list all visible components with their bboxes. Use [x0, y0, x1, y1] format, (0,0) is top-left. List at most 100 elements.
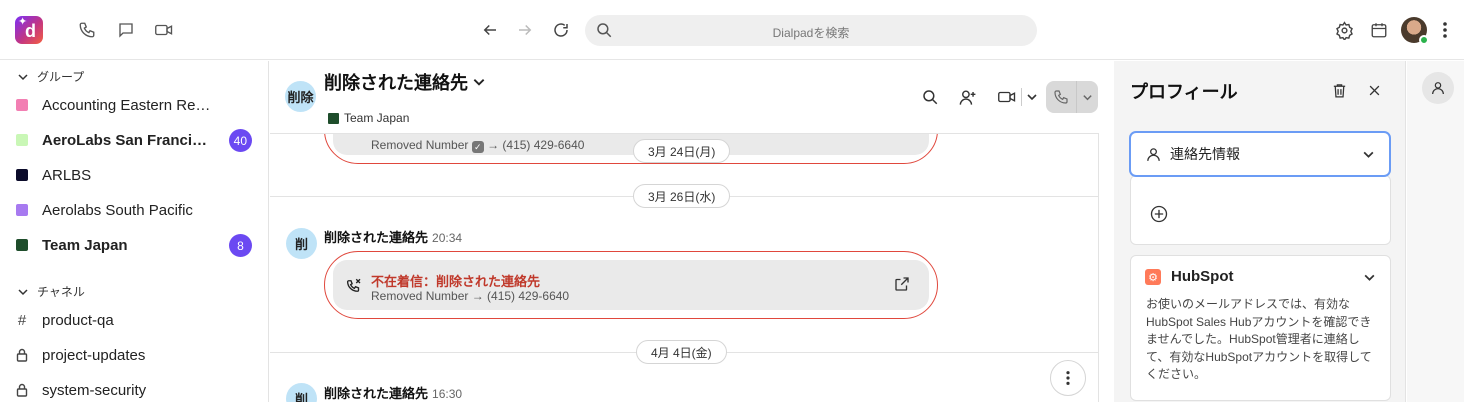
calendar-icon[interactable] [1367, 18, 1391, 42]
chevron-down-icon [1362, 148, 1375, 161]
sidebar-item-aerolabs-south-pacific[interactable]: Aerolabs South Pacific [16, 198, 256, 222]
video-call-menu[interactable] [994, 85, 1040, 109]
forward-icon[interactable] [513, 18, 537, 42]
lock-icon [16, 348, 28, 362]
group-color-swatch [16, 239, 28, 251]
sidebar: グループ Accounting Eastern Regions AeroLabs… [0, 61, 269, 402]
date-divider: 4月 4日(金) [636, 340, 727, 364]
unread-badge: 8 [229, 234, 252, 257]
conversation-subtitle-text: Team Japan [344, 111, 410, 125]
message-sender: 削除された連絡先 20:34 [324, 230, 463, 245]
right-rail [1407, 61, 1464, 402]
back-icon[interactable] [478, 18, 502, 42]
message-time: 16:30 [432, 387, 463, 401]
sidebar-item-aerolabs-san-francisco[interactable]: AeroLabs San Francisco 40 [16, 128, 256, 152]
chat-icon[interactable] [114, 18, 138, 42]
logo-letter: d [25, 21, 36, 41]
conversation-panel: 削除 削除された連絡先 Team Japan Removed Number ✓ … [270, 61, 1099, 402]
conversation-title[interactable]: 削除された連絡先 [324, 69, 486, 95]
chevron-down-icon[interactable] [1076, 81, 1098, 113]
video-icon [997, 91, 1015, 103]
more-options-button[interactable] [1050, 360, 1086, 396]
conversation-subtitle: Team Japan [328, 111, 409, 125]
sidebar-item-project-updates[interactable]: project-updates [16, 343, 256, 367]
search-icon[interactable] [918, 85, 942, 109]
contact-info-label: 連絡先情報 [1170, 146, 1240, 162]
date-divider: 3月 26日(水) [633, 184, 731, 208]
hubspot-message: お使いのメールアドレスでは、有効なHubSpot Sales Hubアカウントを… [1146, 297, 1372, 381]
sidebar-item-label: system-security [42, 381, 147, 399]
sidebar-item-team-japan[interactable]: Team Japan 8 [16, 233, 256, 257]
call-card[interactable]: Removed Number ✓ → (415) 429-6640 [324, 134, 938, 164]
sidebar-item-accounting-eastern-regions[interactable]: Accounting Eastern Regions [16, 93, 256, 117]
refresh-icon[interactable] [549, 18, 573, 42]
online-status-dot [1419, 35, 1429, 45]
more-icon [1066, 371, 1070, 385]
search-placeholder: Dialpadを検索 [772, 26, 850, 40]
profile-title: プロフィール [1130, 82, 1238, 102]
hubspot-logo-icon: ⚙ [1145, 269, 1161, 285]
sidebar-item-label: ARLBS [42, 166, 92, 184]
call-card-inner: 不在着信：削除された連絡先 Removed Number → (415) 429… [333, 260, 929, 310]
phone-icon[interactable] [75, 18, 99, 42]
message-feed: Removed Number ✓ → (415) 429-6640 3月 24日… [270, 134, 1099, 402]
trash-icon[interactable] [1328, 79, 1350, 101]
message-avatar[interactable]: 削 [286, 228, 317, 259]
user-avatar[interactable] [1401, 17, 1429, 45]
sidebar-item-label: Aerolabs South Pacific [42, 201, 193, 219]
sidebar-item-label: product-qa [42, 311, 114, 329]
channels-section-header[interactable]: チャネル [17, 283, 85, 300]
person-icon [1145, 146, 1162, 163]
sidebar-item-label: AeroLabs San Francisco [42, 131, 214, 149]
call-detail: Removed Number → (415) 429-6640 [371, 289, 570, 303]
contact-info-dropdown[interactable]: 連絡先情報 [1129, 131, 1391, 177]
message-avatar[interactable]: 削 [286, 383, 317, 402]
video-icon[interactable] [152, 18, 176, 42]
sidebar-item-label: project-updates [42, 346, 146, 364]
hubspot-card: ⚙ HubSpot お使いのメールアドレスでは、有効なHubSpot Sales… [1130, 255, 1391, 401]
hubspot-title: HubSpot [1171, 268, 1234, 285]
conversation-header: 削除 削除された連絡先 Team Japan [270, 61, 1099, 134]
missed-call-card[interactable]: 不在着信：削除された連絡先 Removed Number → (415) 429… [324, 251, 938, 319]
dialpad-logo[interactable]: ✦ d [15, 16, 43, 44]
profile-toggle-button[interactable] [1422, 72, 1454, 104]
profile-panel: プロフィール 連絡先情報 ⚙ HubSpot お使いのメールアドレスでは、有効な… [1114, 61, 1406, 402]
chevron-down-icon [1026, 94, 1037, 101]
channels-header-label: チャネル [37, 285, 85, 299]
add-person-icon[interactable] [955, 85, 979, 109]
phone-icon [1046, 81, 1076, 113]
groups-section-header[interactable]: グループ [17, 68, 84, 85]
sidebar-item-arlbs[interactable]: ARLBS [16, 163, 256, 187]
group-color-swatch [16, 134, 28, 146]
person-icon [1432, 82, 1444, 95]
search-input[interactable]: Dialpadを検索 [585, 15, 1037, 46]
sidebar-item-label: Accounting Eastern Regions [42, 96, 214, 114]
groups-header-label: グループ [37, 70, 85, 84]
add-circle-icon[interactable] [1149, 204, 1169, 227]
chevron-down-icon [18, 73, 28, 80]
sidebar-item-system-security[interactable]: system-security [16, 378, 256, 402]
sidebar-item-label: Team Japan [42, 236, 128, 254]
chevron-down-icon [473, 79, 485, 86]
lock-icon [16, 383, 28, 397]
top-bar: ✦ d Dialpadを検索 [0, 0, 1464, 60]
open-external-icon[interactable] [893, 275, 911, 296]
missed-call-icon [345, 277, 363, 298]
contact-avatar[interactable]: 削除 [285, 81, 316, 112]
message-time: 20:34 [432, 231, 463, 245]
sidebar-item-product-qa[interactable]: # product-qa [16, 308, 256, 332]
hash-icon: # [17, 311, 27, 329]
chevron-down-icon[interactable] [1363, 271, 1376, 284]
verified-icon: ✓ [471, 141, 484, 153]
group-color-swatch [16, 204, 28, 216]
more-icon[interactable] [1433, 18, 1457, 42]
group-color-swatch [16, 99, 28, 111]
unread-badge: 40 [228, 129, 252, 152]
call-button[interactable] [1046, 81, 1098, 113]
contact-info-card [1130, 175, 1391, 245]
chevron-down-icon [18, 288, 28, 295]
group-color-swatch [328, 112, 339, 124]
settings-icon[interactable] [1332, 18, 1356, 42]
close-icon[interactable] [1363, 79, 1385, 101]
message-sender: 削除された連絡先 16:30 [324, 386, 463, 401]
